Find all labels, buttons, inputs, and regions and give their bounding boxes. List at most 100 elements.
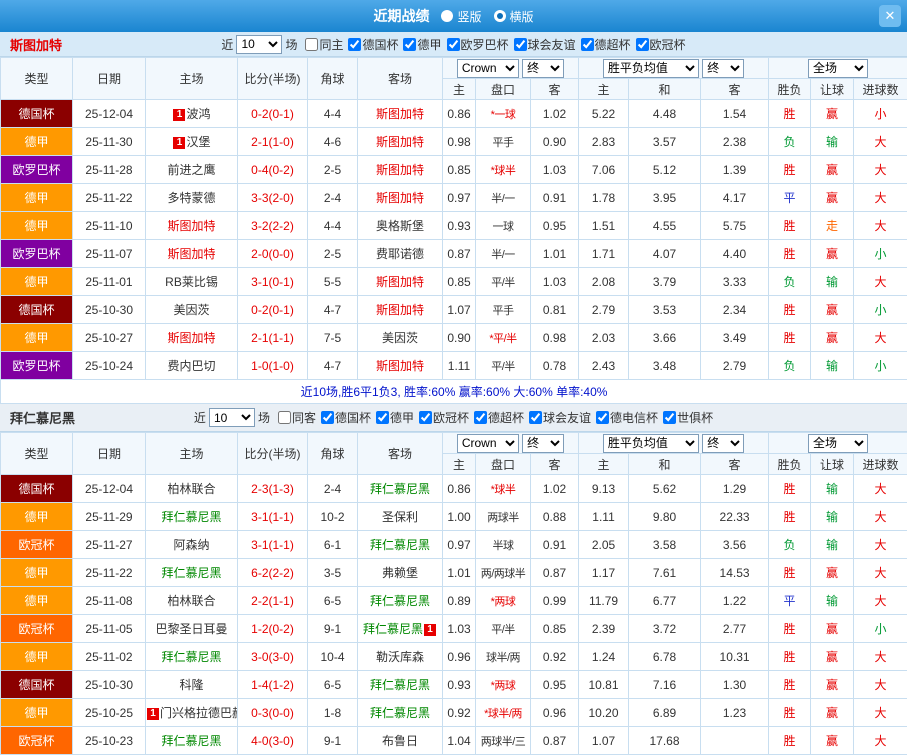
away-team-cell[interactable]: 勒沃库森 [358, 643, 443, 671]
filter-世俱杯[interactable]: 世俱杯 [663, 409, 713, 426]
away-team-cell[interactable]: 斯图加特 [358, 296, 443, 324]
filter-checkbox[interactable] [663, 411, 676, 424]
home-team-cell[interactable]: 拜仁慕尼黑 [146, 559, 238, 587]
euro-home-odds: 1.24 [579, 643, 629, 671]
scope-select[interactable]: 全场 [808, 59, 868, 78]
match-row: 德国杯25-10-30科隆1-4(1-2)6-5拜仁慕尼黑0.93*两球0.95… [1, 671, 907, 699]
bookmaker-select[interactable]: Crown [457, 59, 519, 78]
home-team-cell[interactable]: 1波鸿 [146, 100, 238, 128]
filter-德国杯[interactable]: 德国杯 [321, 409, 371, 426]
filter-欧冠杯[interactable]: 欧冠杯 [636, 36, 686, 53]
handicap-final-select[interactable]: 终 [522, 59, 564, 78]
filter-德超杯[interactable]: 德超杯 [474, 409, 524, 426]
filter-checkbox[interactable] [474, 411, 487, 424]
corner-cell: 6-5 [308, 587, 358, 615]
home-team-cell[interactable]: 1门兴格拉德巴赫 [146, 699, 238, 727]
filter-checkbox[interactable] [514, 38, 527, 51]
away-team-cell[interactable]: 拜仁慕尼黑 [358, 587, 443, 615]
away-team-cell[interactable]: 斯图加特 [358, 352, 443, 380]
filter-欧冠杯[interactable]: 欧冠杯 [419, 409, 469, 426]
away-team-cell[interactable]: 拜仁慕尼黑 [358, 671, 443, 699]
filter-德电信杯[interactable]: 德电信杯 [596, 409, 658, 426]
filter-checkbox[interactable] [376, 411, 389, 424]
home-team-cell[interactable]: 拜仁慕尼黑 [146, 503, 238, 531]
euro-final-select[interactable]: 终 [702, 59, 744, 78]
filter-checkbox[interactable] [596, 411, 609, 424]
filter-球会友谊[interactable]: 球会友谊 [514, 36, 576, 53]
away-team-cell[interactable]: 美因茨 [358, 324, 443, 352]
handicap-home-odds: 0.93 [443, 212, 476, 240]
filter-德甲[interactable]: 德甲 [376, 409, 414, 426]
handicap-away-odds: 0.91 [531, 184, 579, 212]
home-team-cell[interactable]: 拜仁慕尼黑 [146, 727, 238, 755]
away-team-cell[interactable]: 费耶诺德 [358, 240, 443, 268]
home-team-cell[interactable]: 柏林联合 [146, 587, 238, 615]
handicap-line: 平/半 [476, 268, 531, 296]
odds-average-select[interactable]: 胜平负均值 [603, 434, 699, 453]
home-team-cell[interactable]: RB莱比锡 [146, 268, 238, 296]
filter-球会友谊[interactable]: 球会友谊 [529, 409, 591, 426]
away-team-cell[interactable]: 布鲁日 [358, 727, 443, 755]
away-team-cell[interactable]: 弗赖堡 [358, 559, 443, 587]
match-row: 德甲25-11-22多特蒙德3-3(2-0)2-4斯图加特0.97半/一0.91… [1, 184, 907, 212]
filter-checkbox[interactable] [447, 38, 460, 51]
bookmaker-select[interactable]: Crown [457, 434, 519, 453]
filter-德国杯[interactable]: 德国杯 [348, 36, 398, 53]
col-score: 比分(半场) [238, 433, 308, 475]
filter-checkbox[interactable] [348, 38, 361, 51]
home-team-cell[interactable]: 斯图加特 [146, 240, 238, 268]
filter-同主[interactable]: 同主 [305, 36, 343, 53]
result-handicap: 赢 [811, 296, 854, 324]
filter-欧罗巴杯[interactable]: 欧罗巴杯 [447, 36, 509, 53]
scope-select[interactable]: 全场 [808, 434, 868, 453]
home-team-cell[interactable]: 多特蒙德 [146, 184, 238, 212]
away-team-cell[interactable]: 斯图加特 [358, 100, 443, 128]
match-count-select[interactable]: 10 [209, 408, 255, 427]
home-team-cell[interactable]: 前进之鹰 [146, 156, 238, 184]
layout-radio-horizontal[interactable]: 横版 [494, 8, 534, 25]
filter-checkbox[interactable] [529, 411, 542, 424]
handicap-final-select[interactable]: 终 [522, 434, 564, 453]
result-goals: 大 [854, 503, 907, 531]
home-team-cell[interactable]: 巴黎圣日耳曼 [146, 615, 238, 643]
filter-checkbox[interactable] [636, 38, 649, 51]
match-count-select[interactable]: 10 [236, 35, 282, 54]
home-team-cell[interactable]: 斯图加特 [146, 212, 238, 240]
away-team-cell[interactable]: 拜仁慕尼黑1 [358, 615, 443, 643]
away-team-cell[interactable]: 拜仁慕尼黑 [358, 531, 443, 559]
close-button[interactable]: ✕ [879, 5, 901, 27]
euro-final-select[interactable]: 终 [702, 434, 744, 453]
away-team-cell[interactable]: 圣保利 [358, 503, 443, 531]
home-team-cell[interactable]: 柏林联合 [146, 475, 238, 503]
home-team-cell[interactable]: 1汉堡 [146, 128, 238, 156]
col-home: 主场 [146, 433, 238, 475]
home-team-cell[interactable]: 科隆 [146, 671, 238, 699]
away-team-cell[interactable]: 斯图加特 [358, 128, 443, 156]
filter-checkbox[interactable] [419, 411, 432, 424]
away-team-cell[interactable]: 拜仁慕尼黑 [358, 699, 443, 727]
home-team-cell[interactable]: 阿森纳 [146, 531, 238, 559]
filter-同客[interactable]: 同客 [278, 409, 316, 426]
odds-average-select[interactable]: 胜平负均值 [603, 59, 699, 78]
filter-德超杯[interactable]: 德超杯 [581, 36, 631, 53]
filter-checkbox[interactable] [321, 411, 334, 424]
home-team-cell[interactable]: 费内巴切 [146, 352, 238, 380]
filter-checkbox[interactable] [305, 38, 318, 51]
handicap-away-odds: 1.02 [531, 475, 579, 503]
filter-checkbox[interactable] [403, 38, 416, 51]
away-team-cell[interactable]: 拜仁慕尼黑 [358, 475, 443, 503]
home-team-cell[interactable]: 斯图加特 [146, 324, 238, 352]
handicap-away-odds: 0.81 [531, 296, 579, 324]
filter-checkbox[interactable] [581, 38, 594, 51]
away-team-cell[interactable]: 斯图加特 [358, 184, 443, 212]
col-eu-away: 客 [701, 79, 769, 100]
away-team-cell[interactable]: 斯图加特 [358, 156, 443, 184]
layout-radio-vertical[interactable]: 竖版 [441, 8, 481, 25]
col-result-handicap: 让球 [811, 79, 854, 100]
home-team-cell[interactable]: 拜仁慕尼黑 [146, 643, 238, 671]
filter-checkbox[interactable] [278, 411, 291, 424]
filter-德甲[interactable]: 德甲 [403, 36, 441, 53]
home-team-cell[interactable]: 美因茨 [146, 296, 238, 324]
away-team-cell[interactable]: 奥格斯堡 [358, 212, 443, 240]
away-team-cell[interactable]: 斯图加特 [358, 268, 443, 296]
